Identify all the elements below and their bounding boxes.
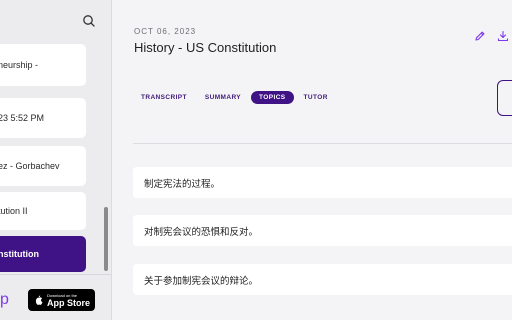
sidebar-item-label: 23 5:52 PM <box>0 112 45 123</box>
topic-item[interactable]: 制定宪法的过程。 <box>133 167 512 198</box>
sidebar-item-active[interactable]: nstitution <box>0 236 86 272</box>
sidebar-item-label: neurship - <box>0 59 39 70</box>
apple-icon <box>35 295 43 305</box>
app-store-button[interactable]: Download on the App Store <box>28 289 95 311</box>
sidebar-scrollbar[interactable] <box>104 207 108 271</box>
divider <box>0 274 111 275</box>
sidebar-item-label: nstitution <box>0 248 39 259</box>
divider <box>133 143 512 144</box>
download-icon[interactable] <box>497 29 509 42</box>
app-promo-text: p <box>0 291 9 308</box>
tab-topics[interactable]: TOPICS <box>251 91 294 104</box>
tab-bar: TRANSCRIPT SUMMARY TOPICS TUTOR <box>133 91 338 104</box>
search-icon[interactable] <box>80 12 98 30</box>
tab-summary[interactable]: SUMMARY <box>197 91 249 104</box>
topic-item[interactable]: 对制宪会议的恐惧和反对。 <box>133 215 512 246</box>
app-store-label: App Store <box>47 297 91 308</box>
sidebar-item-label: tution II <box>0 205 28 216</box>
edit-pencil-icon[interactable] <box>474 29 486 41</box>
page-title: History - US Constitution <box>134 40 277 55</box>
sidebar-item[interactable]: 23 5:52 PM <box>0 98 86 138</box>
topic-item[interactable]: 关于参加制宪会议的辩论。 <box>133 264 512 295</box>
sidebar-item[interactable]: ez - Gorbachev <box>0 146 86 186</box>
sidebar-item[interactable]: tution II <box>0 192 86 230</box>
sidebar-item-label: ez - Gorbachev <box>0 160 60 171</box>
sidebar: neurship - 23 5:52 PM ez - Gorbachev tut… <box>0 0 112 320</box>
action-button-partial[interactable] <box>497 80 512 116</box>
main-panel: OCT 06, 2023 History - US Constitution T… <box>113 0 512 320</box>
note-date: OCT 06, 2023 <box>134 27 197 36</box>
sidebar-item[interactable]: neurship - <box>0 44 86 86</box>
tab-tutor[interactable]: TUTOR <box>296 91 336 104</box>
tab-transcript[interactable]: TRANSCRIPT <box>133 91 195 104</box>
